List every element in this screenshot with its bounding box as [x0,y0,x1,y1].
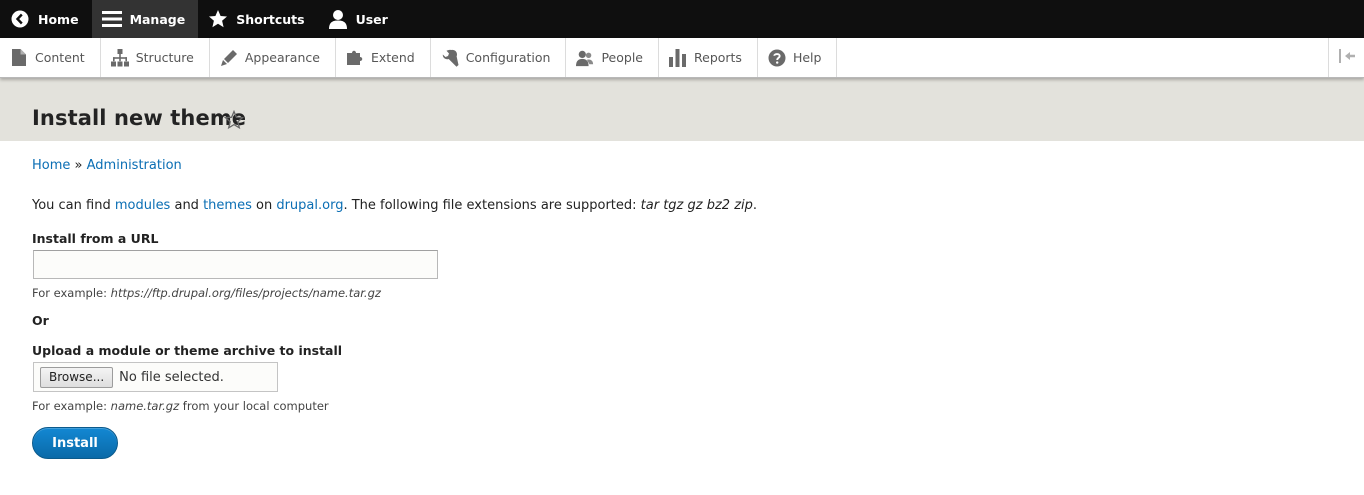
intro-text-part: You can find [32,198,115,213]
people-icon [576,49,594,67]
tray-item-label: Structure [135,50,194,65]
description-prefix: For example: [32,399,111,413]
breadcrumb: Home » Administration [32,158,182,173]
back-circle-icon [10,9,30,29]
bar-chart-icon [669,48,687,67]
intro-text-part: . [752,198,758,213]
drupal-org-link[interactable]: drupal.org [276,198,343,213]
tray-item-structure[interactable]: Structure [101,38,210,77]
tray-item-help[interactable]: Help [758,38,838,77]
or-separator-label: Or [32,313,49,328]
breadcrumb-home-link[interactable]: Home [32,158,70,173]
install-button[interactable]: Install [32,427,118,459]
upload-example: name.tar.gz [110,399,180,413]
themes-link[interactable]: themes [203,198,252,213]
star-icon [208,9,228,29]
toolbar-item-label: Shortcuts [236,11,305,27]
intro-text-part: and [170,198,204,213]
tray-item-label: Configuration [465,50,551,65]
collapse-arrow-icon [1338,48,1356,68]
url-field-label: Install from a URL [32,231,159,246]
tray-item-label: Content [35,50,85,65]
toolbar-item-label: Home [38,11,79,27]
url-example: https://ftp.drupal.org/files/projects/na… [110,286,381,300]
tray-item-appearance[interactable]: Appearance [210,38,336,77]
file-upload-field[interactable]: Browse... No file selected. [33,362,278,392]
toolbar-item-shortcuts[interactable]: Shortcuts [198,0,317,38]
admin-toolbar: Home Manage Shortcuts User [0,0,1364,38]
supported-extensions: tar tgz gz bz2 zip [640,198,753,213]
tray-item-label: Appearance [244,50,320,65]
toolbar-item-user[interactable]: User [318,0,401,38]
breadcrumb-administration-link[interactable]: Administration [87,158,182,173]
toolbar-item-manage[interactable]: Manage [91,0,199,38]
browse-button[interactable]: Browse... [40,366,114,388]
tray-item-extend[interactable]: Extend [336,38,431,77]
manage-tray: Content Structure Appearance Extend Conf… [0,38,1364,78]
tray-item-label: Help [792,50,822,65]
intro-text: You can find modules and themes on drupa… [32,198,757,213]
modules-link[interactable]: modules [115,198,171,213]
intro-text-part: on [251,198,277,213]
hierarchy-icon [110,48,129,67]
tray-item-reports[interactable]: Reports [659,38,758,77]
upload-field-description: For example: name.tar.gz from your local… [32,399,329,413]
tray-item-people[interactable]: People [566,38,659,77]
tray-item-label: Extend [370,50,415,65]
file-icon [10,49,28,67]
no-file-selected-text: No file selected. [119,369,224,385]
tray-item-label: People [601,50,643,65]
tray-item-label: Reports [694,50,742,65]
breadcrumb-separator: » [74,158,83,173]
url-input[interactable] [33,250,438,279]
page-title: Install new theme [32,106,247,130]
tray-item-configuration[interactable]: Configuration [431,38,567,77]
toolbar-item-label: User [355,11,388,27]
url-field-description: For example: https://ftp.drupal.org/file… [32,286,381,300]
help-circle-icon [768,49,786,67]
tray-collapse-toggle[interactable] [1328,38,1364,77]
wrench-icon [441,49,459,67]
puzzle-icon [346,49,364,67]
user-icon [328,9,348,29]
description-suffix: from your local computer [179,399,329,413]
toolbar-item-label: Manage [129,11,186,27]
upload-field-label: Upload a module or theme archive to inst… [32,343,343,358]
description-prefix: For example: [32,286,111,300]
intro-text-part: . The following file extensions are supp… [343,198,641,213]
toolbar-item-home[interactable]: Home [0,0,92,38]
hamburger-icon [101,9,122,29]
tray-item-content[interactable]: Content [0,38,101,77]
paintbrush-icon [220,49,238,67]
favorite-star-icon[interactable] [223,109,245,130]
